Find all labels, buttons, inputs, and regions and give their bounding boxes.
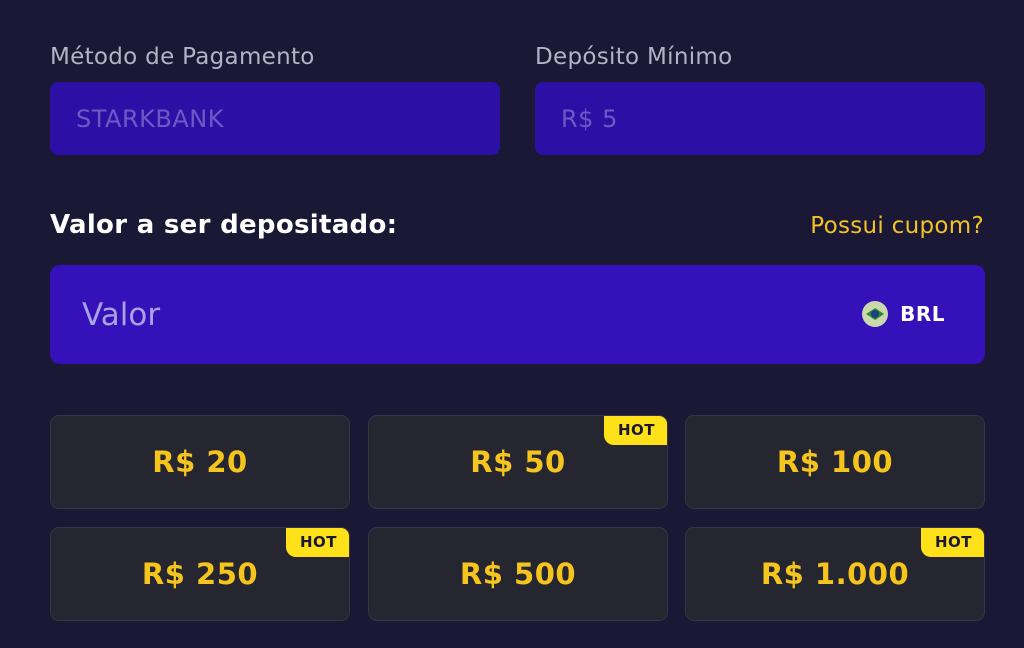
preset-amount-label: R$ 20 xyxy=(152,445,248,479)
preset-amount-button[interactable]: R$ 50 HOT xyxy=(368,415,668,509)
preset-amount-label: R$ 100 xyxy=(776,445,894,479)
preset-amount-button[interactable]: R$ 1.000 HOT xyxy=(685,527,985,621)
preset-amount-button[interactable]: R$ 500 xyxy=(368,527,668,621)
payment-method-label: Método de Pagamento xyxy=(50,44,315,70)
amount-input-container[interactable]: BRL xyxy=(50,265,985,364)
brazil-flag-icon xyxy=(862,301,889,327)
minimum-deposit-value: R$ 5 xyxy=(561,104,618,133)
coupon-link[interactable]: Possui cupom? xyxy=(810,213,984,239)
preset-amount-label: R$ 1.000 xyxy=(760,557,910,591)
amount-heading: Valor a ser depositado: xyxy=(50,210,398,240)
currency-selector: BRL xyxy=(862,301,945,327)
preset-amount-button[interactable]: R$ 20 xyxy=(50,415,350,509)
hot-badge: HOT xyxy=(285,528,349,557)
payment-method-value: STARKBANK xyxy=(76,104,224,133)
minimum-deposit-field: R$ 5 xyxy=(535,82,985,155)
minimum-deposit-label: Depósito Mínimo xyxy=(535,44,733,70)
currency-code: BRL xyxy=(900,302,945,326)
amount-input[interactable] xyxy=(82,265,782,364)
hot-badge: HOT xyxy=(920,528,984,557)
preset-amount-button[interactable]: R$ 100 xyxy=(685,415,985,509)
preset-amount-button[interactable]: R$ 250 HOT xyxy=(50,527,350,621)
preset-amount-label: R$ 500 xyxy=(459,557,577,591)
preset-amount-label: R$ 50 xyxy=(470,445,566,479)
payment-method-field: STARKBANK xyxy=(50,82,500,155)
preset-amount-label: R$ 250 xyxy=(141,557,259,591)
hot-badge: HOT xyxy=(603,416,667,445)
